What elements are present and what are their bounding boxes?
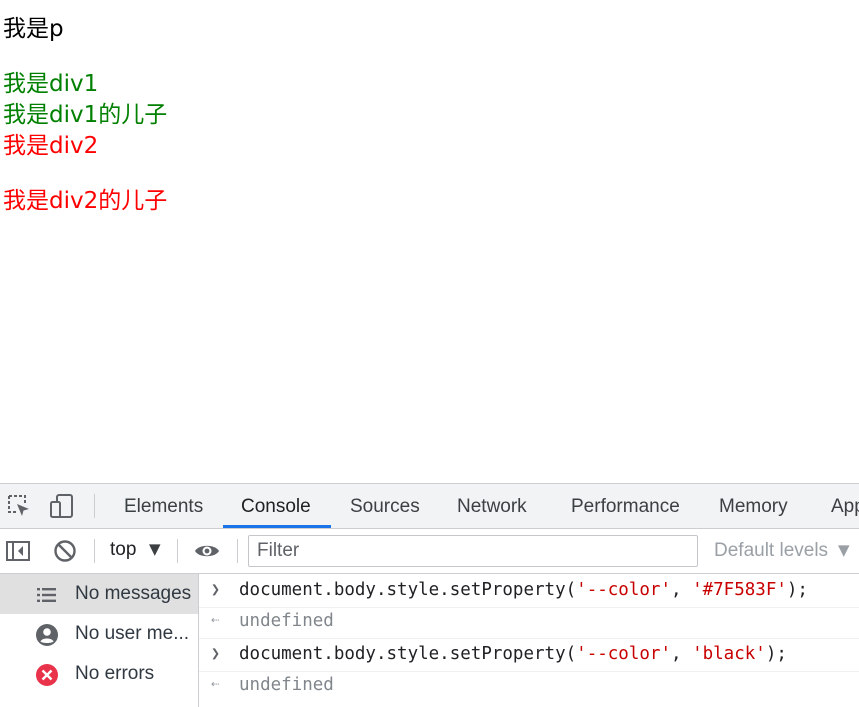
tab-performance[interactable]: Performance [571, 484, 680, 528]
chevron-down-icon[interactable]: ▼ [149, 540, 161, 558]
sidebar-item-user-messages[interactable]: No user me... [0, 614, 198, 654]
message-list-icon [34, 582, 60, 608]
tab-network[interactable]: Network [457, 484, 527, 528]
toolbar-divider [94, 494, 95, 518]
context-selector[interactable]: top [110, 539, 136, 561]
console-command[interactable]: document.body.style.setProperty('--color… [239, 644, 787, 664]
console-result: undefined [239, 611, 334, 631]
devtools-tab-bar: Elements Console Sources Network Perform… [0, 484, 859, 529]
console-output-entry: ⇠ undefined [199, 607, 859, 639]
tab-elements[interactable]: Elements [124, 484, 203, 528]
console-toolbar: top ▼ Default levels ▼ [0, 529, 859, 574]
toolbar-divider [237, 539, 238, 563]
inspect-element-icon[interactable] [6, 493, 32, 519]
console-output[interactable]: ❯ document.body.style.setProperty('--col… [199, 574, 859, 707]
page-viewport: 我是p 我是div1 我是div1的儿子 我是div2 我是div2的儿子 [0, 0, 859, 483]
tab-application[interactable]: App [831, 484, 859, 528]
input-prompt-icon: ❯ [211, 580, 221, 598]
sidebar-item-errors[interactable]: No errors [0, 654, 198, 694]
sidebar-item-label: No messages [75, 583, 192, 604]
console-command[interactable]: document.body.style.setProperty('--color… [239, 580, 808, 600]
console-sidebar: No messages No user me... No errors [0, 574, 199, 707]
div1-text: 我是div1 [3, 71, 99, 97]
sidebar-item-messages[interactable]: No messages [0, 574, 198, 614]
eye-icon[interactable] [193, 538, 219, 564]
sidebar-toggle-icon[interactable] [5, 538, 31, 564]
toolbar-divider [94, 539, 95, 563]
chevron-down-icon[interactable]: ▼ [838, 541, 850, 559]
console-input-entry[interactable]: ❯ document.body.style.setProperty('--col… [199, 640, 859, 672]
clear-console-icon[interactable] [52, 538, 78, 564]
sidebar-item-label: No user me... [75, 623, 190, 644]
active-tab-indicator [223, 525, 331, 528]
div2-child-text: 我是div2的儿子 [3, 188, 168, 214]
tab-console[interactable]: Console [241, 484, 311, 528]
filter-field[interactable] [248, 535, 698, 567]
toolbar-divider [177, 539, 178, 563]
tab-sources[interactable]: Sources [350, 484, 420, 528]
return-arrow-icon: ⇠ [211, 676, 220, 692]
console-output-entry: ⇠ undefined [199, 671, 859, 702]
tab-memory[interactable]: Memory [719, 484, 788, 528]
div2-text: 我是div2 [3, 133, 99, 159]
input-prompt-icon: ❯ [211, 644, 221, 662]
return-arrow-icon: ⇠ [211, 612, 220, 628]
console-result: undefined [239, 675, 334, 695]
sidebar-item-label: No errors [75, 663, 155, 684]
log-levels-dropdown[interactable]: Default levels [714, 540, 828, 562]
user-icon [34, 622, 60, 648]
div1-child-text: 我是div1的儿子 [3, 102, 168, 128]
device-toolbar-icon[interactable] [49, 493, 75, 519]
error-icon [34, 662, 60, 688]
devtools-panel: Elements Console Sources Network Perform… [0, 483, 859, 707]
filter-input[interactable] [249, 536, 697, 566]
p-text: 我是p [3, 16, 64, 42]
console-input-entry[interactable]: ❯ document.body.style.setProperty('--col… [199, 576, 859, 608]
